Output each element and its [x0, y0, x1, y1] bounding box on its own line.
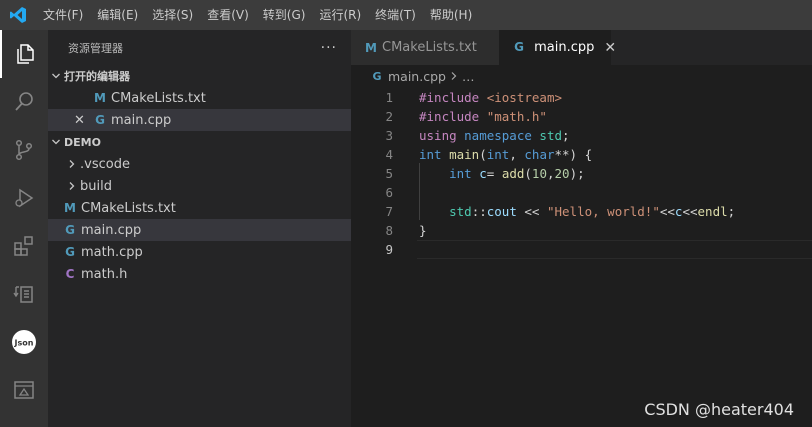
open-editors-section[interactable]: 打开的编辑器: [48, 65, 351, 87]
panel-icon[interactable]: [0, 366, 48, 414]
code-line: 4 int main(int, char**) {: [351, 145, 812, 164]
open-editor-label: CMakeLists.txt: [111, 90, 206, 106]
svg-text:Json: Json: [14, 339, 34, 348]
run-debug-icon[interactable]: [0, 174, 48, 222]
tab-cmakelists[interactable]: M CMakeLists.txt: [351, 30, 499, 65]
line-number: 9: [385, 242, 393, 257]
folder-label: DEMO: [64, 135, 101, 149]
code-editor[interactable]: 1 #include <iostream> 2 #include "math.h…: [351, 87, 812, 259]
close-editor-icon[interactable]: ✕: [74, 113, 92, 128]
tree-folder-build[interactable]: build: [48, 175, 351, 197]
code-line: 8 }: [351, 221, 812, 240]
explorer-sidebar: 资源管理器 ··· 打开的编辑器 M CMakeLists.txt ✕ G ma…: [48, 30, 351, 427]
code-line: 7 std::cout << "Hello, world!"<<c<<endl;: [351, 202, 812, 221]
tree-item-label: .vscode: [80, 156, 130, 172]
code-line: 3 using namespace std;: [351, 126, 812, 145]
cmake-file-icon: M: [94, 91, 106, 105]
line-number: 4: [385, 147, 393, 162]
editor-area: M CMakeLists.txt G main.cpp ✕ G main.cpp…: [351, 30, 812, 427]
menu-view[interactable]: 查看(V): [200, 0, 256, 30]
tree-file-math-cpp[interactable]: G math.cpp: [48, 241, 351, 263]
breadcrumb-symbol[interactable]: …: [462, 69, 475, 84]
title-bar: 文件(F) 编辑(E) 选择(S) 查看(V) 转到(G) 运行(R) 终端(T…: [0, 0, 812, 30]
code-line: 5 int c= add(10,20);: [351, 164, 812, 183]
chevron-down-icon: [48, 137, 64, 147]
folder-section-demo[interactable]: DEMO: [48, 131, 351, 153]
tree-folder-vscode[interactable]: .vscode: [48, 153, 351, 175]
line-number: 7: [385, 204, 393, 219]
menu-bar: 文件(F) 编辑(E) 选择(S) 查看(V) 转到(G) 运行(R) 终端(T…: [36, 0, 479, 30]
menu-run[interactable]: 运行(R): [312, 0, 368, 30]
line-number: 3: [385, 128, 393, 143]
code-line: 6: [351, 183, 812, 202]
tree-item-label: build: [80, 178, 112, 194]
code-line: 2 #include "math.h": [351, 107, 812, 126]
line-number: 2: [385, 109, 393, 124]
close-tab-icon[interactable]: ✕: [604, 40, 616, 56]
chevron-right-icon: [64, 159, 80, 169]
menu-selection[interactable]: 选择(S): [145, 0, 200, 30]
cpp-file-icon: G: [65, 245, 75, 259]
menu-go[interactable]: 转到(G): [256, 0, 313, 30]
open-editor-cmakelists[interactable]: M CMakeLists.txt: [48, 87, 351, 109]
line-number: 5: [385, 166, 393, 181]
menu-help[interactable]: 帮助(H): [423, 0, 479, 30]
explorer-icon[interactable]: [0, 30, 48, 78]
breadcrumb-file[interactable]: main.cpp: [388, 69, 446, 84]
menu-edit[interactable]: 编辑(E): [90, 0, 145, 30]
line-number: 6: [385, 185, 393, 200]
open-editor-main-cpp[interactable]: ✕ G main.cpp: [48, 109, 351, 131]
line-number: 8: [385, 223, 393, 238]
tab-main-cpp[interactable]: G main.cpp ✕: [499, 30, 616, 65]
open-editors-label: 打开的编辑器: [64, 70, 130, 83]
tree-item-label: math.h: [81, 266, 128, 282]
explorer-title: 资源管理器: [68, 41, 123, 55]
cpp-file-icon: G: [514, 40, 524, 54]
tree-item-label: math.cpp: [81, 244, 143, 260]
cpp-file-icon: G: [95, 113, 105, 127]
editor-tabs: M CMakeLists.txt G main.cpp ✕: [351, 30, 812, 65]
cmake-file-icon: M: [365, 40, 377, 55]
tree-item-label: CMakeLists.txt: [81, 200, 176, 216]
search-icon[interactable]: [0, 78, 48, 126]
menu-file[interactable]: 文件(F): [36, 0, 90, 30]
json-extension-icon[interactable]: Json: [0, 318, 48, 366]
vscode-logo-icon: [0, 0, 36, 30]
tree-file-cmakelists[interactable]: M CMakeLists.txt: [48, 197, 351, 219]
source-control-icon[interactable]: [0, 126, 48, 174]
tab-label: main.cpp: [534, 40, 595, 55]
tree-file-math-h[interactable]: C math.h: [48, 263, 351, 285]
explorer-header: 资源管理器 ···: [48, 30, 351, 65]
chevron-right-icon: [64, 181, 80, 191]
tree-item-label: main.cpp: [81, 222, 142, 238]
code-line: 1 #include <iostream>: [351, 88, 812, 107]
activity-bar: Json: [0, 30, 48, 427]
cmake-file-icon: M: [64, 201, 76, 215]
line-number: 1: [385, 90, 393, 105]
cpp-file-icon: G: [372, 69, 382, 83]
open-editor-label: main.cpp: [111, 112, 172, 128]
more-actions-icon[interactable]: ···: [321, 40, 337, 56]
chevron-down-icon: [48, 71, 64, 81]
remote-explorer-icon[interactable]: [0, 270, 48, 318]
breadcrumb-separator-icon: [450, 69, 458, 84]
watermark: CSDN @heater404: [644, 400, 794, 419]
cpp-file-icon: G: [65, 223, 75, 237]
code-line: 9: [351, 240, 812, 259]
breadcrumb: G main.cpp …: [351, 65, 812, 87]
menu-terminal[interactable]: 终端(T): [368, 0, 423, 30]
tab-label: CMakeLists.txt: [382, 40, 477, 55]
tree-file-main-cpp[interactable]: G main.cpp: [48, 219, 351, 241]
c-header-file-icon: C: [65, 267, 75, 281]
extensions-icon[interactable]: [0, 222, 48, 270]
